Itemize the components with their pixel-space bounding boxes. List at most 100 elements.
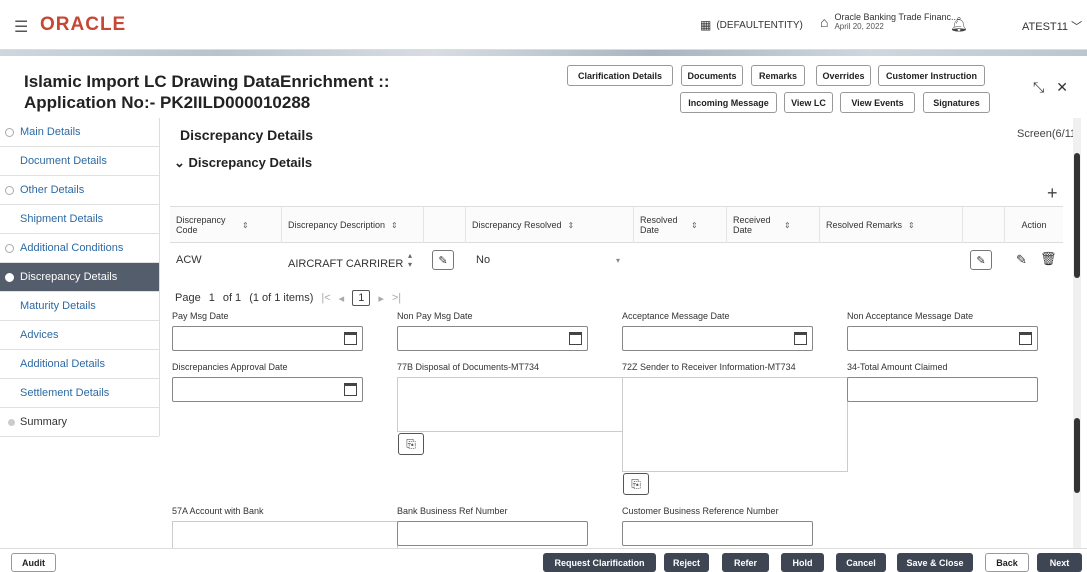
non-pay-msg-date-input[interactable] [397,326,588,351]
footer-bar: Audit Request Clarification Reject Refer… [0,548,1087,572]
section-title: Discrepancy Details [180,127,314,143]
resolved-select[interactable]: No ▾ [470,244,630,276]
save-close-button[interactable]: Save & Close [897,553,973,572]
bank-business-ref-label: Bank Business Ref Number [397,506,508,516]
sender-receiver-info-edit-icon[interactable]: ⎘ [623,473,649,495]
calendar-icon[interactable] [344,332,357,345]
customer-business-ref-label: Customer Business Reference Number [622,506,779,516]
scrollbar-thumb-secondary[interactable] [1074,418,1080,493]
disposal-docs-edit-icon[interactable]: ⎘ [398,433,424,455]
sidebar-item-discrepancy-details[interactable]: Discrepancy Details [0,263,159,292]
sidebar-item-shipment-details[interactable]: Shipment Details [0,205,159,234]
non-acceptance-msg-date-input[interactable] [847,326,1038,351]
audit-button[interactable]: Audit [11,553,56,572]
chevron-down-icon: ﹀ [1071,21,1083,33]
edit-remarks-icon[interactable]: ✎ [970,250,992,270]
step-indicator-icon [5,243,14,253]
back-button[interactable]: Back [985,553,1029,572]
calendar-icon[interactable] [344,383,357,396]
account-with-bank-textarea[interactable] [172,521,398,548]
sidebar-item-additional-conditions[interactable]: Additional Conditions [0,234,159,263]
add-row-icon[interactable]: + [1047,183,1058,204]
customer-business-ref-input[interactable] [622,521,813,546]
cancel-button[interactable]: Cancel [836,553,886,572]
calendar-icon[interactable] [1019,332,1032,345]
sidebar-item-document-details[interactable]: Document Details [0,147,159,176]
hamburger-menu-icon[interactable]: ☰ [14,17,28,37]
sort-icon: ⇕ [908,220,915,230]
sidebar-item-label: Shipment Details [20,213,104,225]
sidebar-item-summary[interactable]: Summary [0,408,159,437]
collapse-icon[interactable]: ⤡ [1033,79,1044,96]
view-lc-button[interactable]: View LC [784,92,833,113]
sidebar-item-maturity-details[interactable]: Maturity Details [0,292,159,321]
incoming-message-button[interactable]: Incoming Message [680,92,777,113]
calendar-icon[interactable] [794,332,807,345]
next-button[interactable]: Next [1037,553,1082,572]
pencil-icon[interactable]: ✎ [1016,252,1027,268]
calendar-icon[interactable] [569,332,582,345]
signatures-button[interactable]: Signatures [923,92,990,113]
step-indicator-icon [8,418,15,426]
last-page-icon[interactable]: >| [392,292,401,304]
sidebar-item-main-details[interactable]: Main Details [0,118,159,147]
sender-receiver-info-label: 72Z Sender to Receiver Information-MT734 [622,362,796,372]
current-page-button[interactable]: 1 [352,290,371,306]
page-of: of 1 [222,292,242,304]
first-page-icon[interactable]: |< [321,292,330,304]
pay-msg-date-input[interactable] [172,326,363,351]
discrepancies-approval-date-input[interactable] [172,377,363,402]
documents-button[interactable]: Documents [681,65,743,86]
sort-icon: ⇕ [784,220,791,230]
request-clarification-button[interactable]: Request Clarification [543,553,656,572]
edit-description-icon[interactable]: ✎ [432,250,454,270]
column-header-code[interactable]: Discrepancy Code ⇕ [170,207,282,243]
main-scrollbar[interactable] [1073,118,1081,548]
hold-button[interactable]: Hold [781,553,824,572]
trash-icon[interactable]: 🗑︎ [1040,251,1057,267]
page-title: Islamic Import LC Drawing DataEnrichment… [24,71,390,113]
sidebar-item-advices[interactable]: Advices [0,321,159,350]
bank-business-ref-input[interactable] [397,521,588,546]
sidebar-item-label: Settlement Details [20,387,110,399]
non-acceptance-msg-date-label: Non Acceptance Message Date [847,311,974,321]
clarification-details-button[interactable]: Clarification Details [567,65,673,86]
sidebar-item-additional-details[interactable]: Additional Details [0,350,159,379]
column-header-label: Discrepancy Description [288,220,386,230]
sidebar-item-label: Other Details [20,184,85,196]
overrides-button[interactable]: Overrides [816,65,871,86]
prev-page-icon[interactable]: ◂ [339,292,345,305]
subsection-title: Discrepancy Details [188,155,313,170]
sidebar-item-settlement-details[interactable]: Settlement Details [0,379,159,408]
column-header-resolved[interactable]: Discrepancy Resolved ⇕ [466,207,634,243]
refer-button[interactable]: Refer [722,553,769,572]
column-header-description[interactable]: Discrepancy Description ⇕ [282,207,424,243]
entity-selector[interactable]: ▦ (DEFAULTENTITY) [700,18,803,32]
sidebar-item-other-details[interactable]: Other Details [0,176,159,205]
discrepancies-approval-date-label: Discrepancies Approval Date [172,362,288,372]
bell-icon[interactable]: 🔔︎ [950,16,968,33]
subsection-toggle[interactable]: ⌄ Discrepancy Details [174,155,312,171]
cell-description[interactable]: AIRCRAFT CARRIRER ▴ ▾ [282,244,424,276]
acceptance-msg-date-input[interactable] [622,326,813,351]
column-header-resolved-date[interactable]: Resolved Date ⇕ [634,207,727,243]
remarks-button[interactable]: Remarks [751,65,805,86]
column-header-remarks[interactable]: Resolved Remarks ⇕ [820,207,963,243]
close-icon[interactable]: ✕ [1056,79,1068,96]
reject-button[interactable]: Reject [664,553,709,572]
table-header: Discrepancy Code ⇕ Discrepancy Descriptio… [170,207,1063,243]
view-events-button[interactable]: View Events [840,92,915,113]
column-header-received-date[interactable]: Received Date ⇕ [727,207,820,243]
sidebar-item-label: Maturity Details [20,300,96,312]
disposal-docs-textarea[interactable] [397,377,623,432]
next-page-icon[interactable]: ▸ [378,292,384,305]
sidebar-item-label: Discrepancy Details [20,271,118,283]
page-number: 1 [208,292,215,304]
bank-info[interactable]: ⌂ Oracle Banking Trade Financ... April 2… [820,12,959,31]
total-amount-claimed-input[interactable] [847,377,1038,402]
scrollbar-thumb[interactable] [1074,153,1080,278]
user-menu[interactable]: ATEST11 ﹀ [1022,18,1082,34]
customer-instruction-button[interactable]: Customer Instruction [878,65,985,86]
sender-receiver-info-textarea[interactable] [622,377,848,472]
step-indicator-icon [5,185,14,195]
